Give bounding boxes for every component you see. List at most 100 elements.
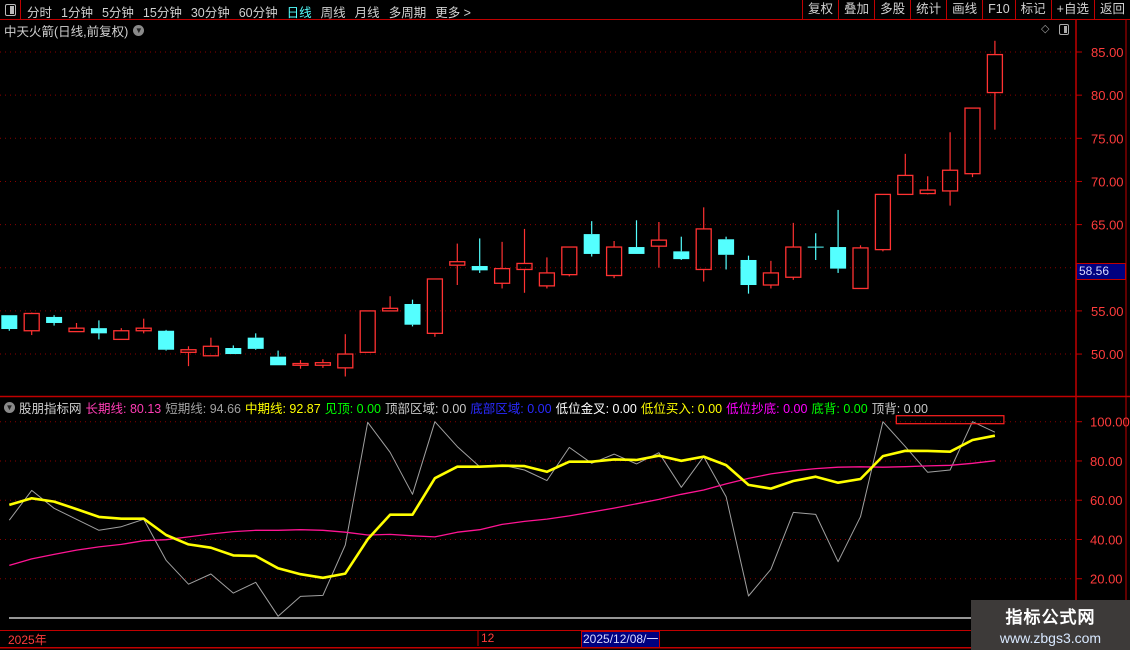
indicator-value: 短期线: 94.66 — [165, 402, 241, 416]
candle-body — [718, 239, 735, 255]
candle-body — [90, 328, 107, 334]
toolbar-button[interactable]: 多股 — [874, 0, 910, 19]
candle-body — [583, 234, 600, 254]
tab-period[interactable]: 多周期 — [389, 2, 427, 21]
candle — [381, 296, 399, 312]
candle-body — [471, 266, 488, 271]
toolbar-button[interactable]: 统计 — [910, 0, 946, 19]
price-axis-label: 80.00 — [1091, 88, 1124, 103]
candle — [628, 220, 645, 254]
stock-title: 中天火箭(日线,前复权) ▼ — [4, 21, 145, 40]
price-axis-label: 65.00 — [1091, 218, 1124, 233]
candle — [135, 318, 152, 334]
candle-body — [113, 330, 130, 341]
toolbar-button[interactable]: 叠加 — [838, 0, 874, 19]
tab-period[interactable]: 周线 — [321, 2, 346, 21]
candle-body — [516, 262, 533, 271]
indicator-axis-label: 80.00 — [1090, 454, 1123, 469]
chevron-down-icon[interactable]: ▼ — [133, 25, 145, 36]
period-tabs: 分时 1分钟 5分钟 15分钟 30分钟 60分钟 日线 周线 月线 多周期 更多 > — [27, 2, 471, 21]
candle — [471, 238, 488, 273]
candle — [90, 320, 107, 340]
current-price-tag: 58.56 — [1076, 263, 1126, 280]
candle — [897, 153, 914, 196]
candle — [1, 315, 18, 331]
candle — [650, 222, 668, 268]
candle — [718, 236, 735, 270]
time-month-label: 12 — [481, 631, 495, 645]
toolbar-button[interactable]: 标记 — [1014, 0, 1051, 19]
candle-body — [23, 312, 40, 332]
candle-body — [964, 107, 981, 175]
candle — [337, 334, 354, 377]
candle — [986, 40, 1004, 130]
indicator-axis-label: 60.00 — [1090, 493, 1123, 508]
candle — [874, 193, 892, 252]
candle-body — [493, 267, 511, 284]
candle — [941, 132, 959, 206]
candle-body — [292, 362, 309, 366]
candle-body — [225, 348, 242, 355]
candle — [247, 333, 264, 350]
toolbar-button[interactable]: 复权 — [802, 0, 838, 19]
candle — [583, 221, 600, 257]
layout-toggle-icon[interactable] — [1059, 24, 1069, 35]
indicator-value: 中期线: 92.87 — [244, 402, 321, 416]
price-axis-label: 75.00 — [1091, 131, 1124, 146]
candle-body — [740, 259, 757, 286]
candle-body — [538, 272, 556, 287]
tab-period[interactable]: 分时 — [27, 2, 52, 21]
chart-canvas[interactable]: 85.00 80.00 75.00 70.00 65.00 60.00 55.00 50.00… — [0, 0, 1130, 650]
candle — [292, 360, 309, 369]
tab-period[interactable]: 1分钟 — [61, 2, 93, 21]
indicator-name[interactable]: 股朋指标网 — [19, 398, 82, 417]
toolbar-button[interactable]: 画线 — [946, 0, 982, 19]
tab-period[interactable]: 日线 — [287, 2, 312, 21]
candle — [673, 236, 690, 260]
candle-body — [1, 315, 18, 330]
tab-period[interactable]: 月线 — [355, 2, 380, 21]
candle — [561, 246, 578, 277]
candle — [359, 310, 376, 353]
indicator-value: 长期线: 80.13 — [85, 402, 162, 416]
candle — [314, 359, 332, 368]
candle-body — [561, 246, 578, 276]
toolbar-button[interactable]: F10 — [982, 0, 1015, 19]
candle — [493, 241, 511, 289]
tab-period[interactable]: 更多 > — [435, 2, 471, 21]
candle-body — [46, 316, 63, 323]
candle-body — [314, 362, 332, 366]
tab-period[interactable]: 15分钟 — [143, 2, 182, 21]
candle — [852, 245, 869, 290]
watermark-url: www.zbgs3.com — [999, 630, 1102, 646]
candle — [158, 329, 175, 351]
candle-body — [695, 228, 712, 271]
candle — [740, 255, 757, 294]
candle-body — [874, 193, 892, 251]
price-axis-label: 50.00 — [1091, 347, 1124, 362]
chevron-down-icon[interactable]: ▼ — [4, 402, 15, 413]
tab-period[interactable]: 60分钟 — [239, 2, 278, 21]
toolbar-button[interactable]: +自选 — [1050, 0, 1094, 19]
stock-title-text: 中天火箭(日线,前复权) — [4, 25, 129, 39]
tab-period[interactable]: 30分钟 — [191, 2, 230, 21]
tab-period[interactable]: 5分钟 — [102, 2, 134, 21]
candle-body — [337, 353, 354, 369]
indicator-value: 见顶: 0.00 — [324, 402, 381, 416]
candle — [762, 260, 780, 289]
indicator-line-long — [9, 460, 995, 567]
candle — [404, 299, 421, 327]
candle-body — [359, 310, 376, 353]
panel-toggle-icon[interactable] — [0, 0, 21, 19]
candle-body — [919, 189, 936, 195]
candle-body — [807, 246, 824, 248]
candle — [225, 345, 242, 355]
diamond-icon[interactable]: ◇ — [1041, 22, 1049, 35]
candle — [605, 240, 623, 279]
candle — [830, 209, 847, 273]
candle-body — [762, 272, 780, 286]
toolbar: 分时 1分钟 5分钟 15分钟 30分钟 60分钟 日线 周线 月线 多周期 更多 > 复权 叠加 多股… — [0, 0, 1130, 20]
candle-body — [247, 337, 264, 349]
indicator-value: 低位金叉: 0.00 — [555, 402, 637, 416]
toolbar-button[interactable]: 返回 — [1093, 0, 1130, 19]
